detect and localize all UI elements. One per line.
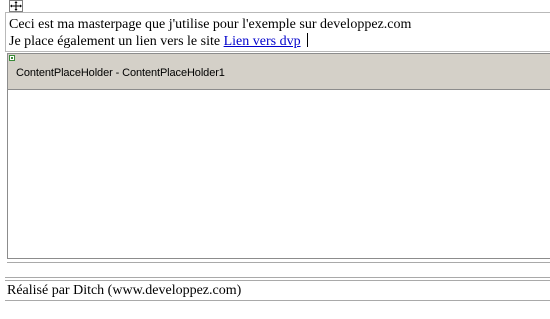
content-placeholder[interactable]: ContentPlaceHolder - ContentPlaceHolder1 [7,53,550,259]
text-caret [306,33,308,47]
header-table-cell[interactable]: Ceci est ma masterpage que j'utilise pou… [5,12,550,52]
divider [5,300,550,301]
divider [5,277,550,278]
divider [7,262,550,263]
design-surface: Ceci est ma masterpage que j'utilise pou… [0,0,550,319]
footer-text: Réalisé par Ditch (www.developpez.com) [7,283,242,298]
placeholder-tag-icon[interactable] [9,55,15,61]
content-placeholder-title: ContentPlaceHolder - ContentPlaceHolder1 [16,67,225,79]
header-line-2-text: Je place également un lien vers le site [9,34,224,49]
header-line-1: Ceci est ma masterpage que j'utilise pou… [9,17,412,32]
dvp-link[interactable]: Lien vers dvp [224,34,301,49]
move-arrows-icon[interactable] [9,0,23,12]
content-placeholder-title-bar[interactable]: ContentPlaceHolder - ContentPlaceHolder1 [8,54,550,90]
divider [5,280,550,281]
header-line-2: Je place également un lien vers le site … [9,33,550,50]
